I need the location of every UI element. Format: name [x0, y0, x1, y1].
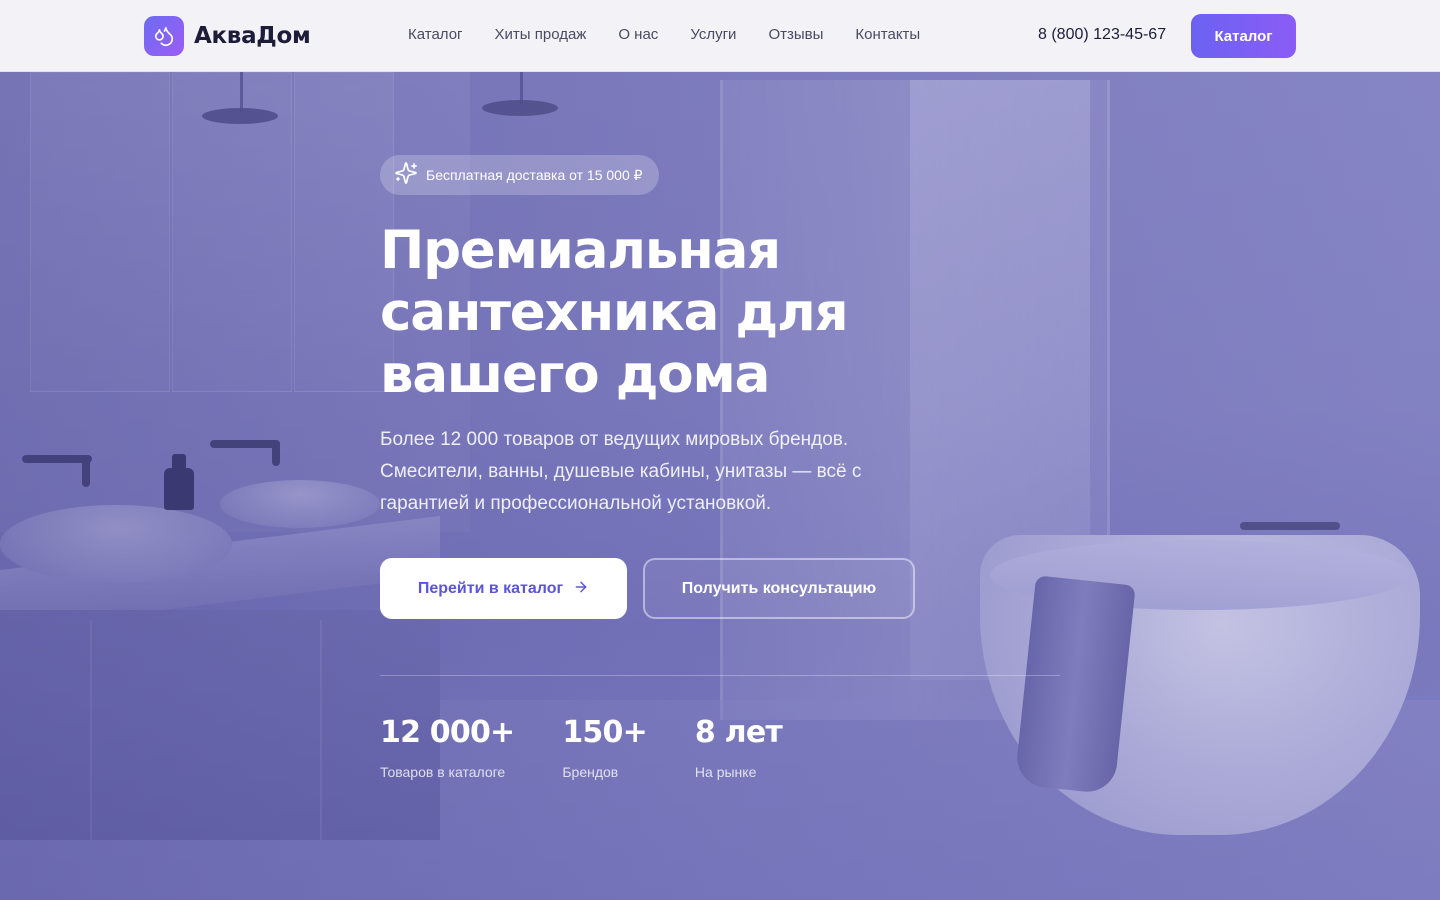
stat-products: 12 000+ Товаров в каталоге [380, 713, 515, 780]
stat-label: Товаров в каталоге [380, 764, 506, 780]
go-to-catalog-label: Перейти в каталог [417, 579, 564, 597]
nav-link-catalog[interactable]: Каталог [408, 26, 463, 44]
stat-value: 12 000+ [380, 715, 515, 750]
arrow-right-icon [573, 579, 589, 599]
phone-link[interactable]: 8 (800) 123-45-67 [1038, 26, 1166, 44]
header-catalog-button[interactable]: Каталог [1191, 14, 1296, 58]
stat-value: 150+ [562, 715, 647, 750]
stats-row: 12 000+ Товаров в каталоге 150+ Брендов … [380, 713, 783, 780]
logo-text: АкваДом [194, 23, 311, 49]
nav-link-bestsellers[interactable]: Хиты продаж [495, 26, 587, 44]
nav-link-contacts[interactable]: Контакты [855, 26, 920, 44]
stat-value: 8 лет [694, 715, 783, 750]
site-header: АкваДом Каталог Хиты продаж О нас Услуги… [0, 0, 1440, 72]
get-consultation-label: Получить консультацию [681, 579, 877, 597]
main-nav: Каталог Хиты продаж О нас Услуги Отзывы … [408, 26, 920, 44]
stat-label: Брендов [562, 764, 619, 780]
stat-brands: 150+ Брендов [562, 713, 647, 780]
nav-link-reviews[interactable]: Отзывы [768, 26, 823, 44]
get-consultation-button[interactable]: Получить консультацию [643, 558, 915, 619]
hero-title: Премиальная сантехника для вашего дома [380, 220, 849, 405]
nav-link-about[interactable]: О нас [618, 26, 658, 44]
go-to-catalog-button[interactable]: Перейти в каталог [380, 558, 627, 619]
stats-divider [380, 675, 1060, 676]
sparkles-icon [394, 161, 418, 189]
stat-years: 8 лет На рынке [694, 713, 783, 780]
water-drops-icon [144, 16, 184, 56]
badge-text: Бесплатная доставка от 15 000 ₽ [426, 166, 643, 183]
hero-subtitle: Более 12 000 товаров от ведущих мировых … [380, 429, 862, 514]
stat-label: На рынке [694, 764, 757, 780]
nav-link-services[interactable]: Услуги [690, 26, 736, 44]
free-delivery-badge: Бесплатная доставка от 15 000 ₽ [380, 155, 659, 195]
logo[interactable]: АкваДом [144, 16, 311, 56]
